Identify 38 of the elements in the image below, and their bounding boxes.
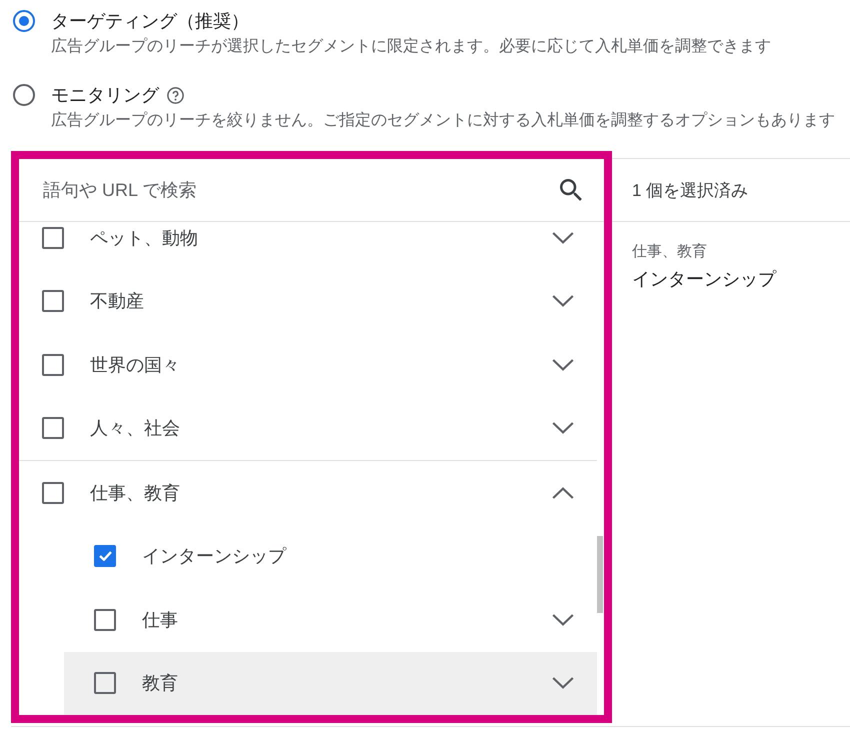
checkbox[interactable] <box>42 354 64 376</box>
checkbox[interactable] <box>42 482 64 504</box>
category-label: 人々、社会 <box>90 417 180 440</box>
category-label: 不動産 <box>90 290 144 314</box>
option-description: 広告グループのリーチが選択したセグメントに限定されます。必要に応じて入札単価を調整できます <box>51 36 771 57</box>
help-icon[interactable] <box>167 86 184 104</box>
checkmark-icon <box>98 551 112 562</box>
highlighted-row[interactable]: 教育 <box>64 652 597 715</box>
chevron-down-icon[interactable] <box>552 614 574 626</box>
radio-button[interactable] <box>13 10 35 32</box>
chevron-down-icon[interactable] <box>552 232 574 244</box>
chevron-down-icon[interactable] <box>552 422 574 434</box>
category-label: 仕事、教育 <box>90 482 180 505</box>
chevron-down-icon[interactable] <box>552 677 574 690</box>
category-label: インターンシップ <box>142 545 286 568</box>
radio-button[interactable] <box>13 84 35 106</box>
search-field[interactable]: 語句や URL で検索 <box>43 175 550 205</box>
checkbox[interactable] <box>42 417 64 440</box>
scrollbar-thumb[interactable] <box>597 536 603 613</box>
checkbox[interactable] <box>42 226 64 249</box>
chevron-up-icon[interactable] <box>552 486 574 499</box>
option-label: モニタリング <box>51 84 159 107</box>
selected-item-category: 仕事、教育 <box>632 242 707 262</box>
category-label: 世界の国々 <box>90 354 180 377</box>
checkbox[interactable] <box>94 608 116 631</box>
option-label: ターゲティング（推奨） <box>51 10 249 33</box>
category-label: 仕事 <box>142 608 178 632</box>
checkbox[interactable] <box>94 672 116 694</box>
selected-item-label: インターンシップ <box>632 268 776 291</box>
selected-count: 1 個を選択済み <box>632 180 748 202</box>
option-description: 広告グループのリーチを絞りません。ご指定のセグメントに対する入札単価を調整するオプションもあります <box>51 110 835 131</box>
checkbox[interactable] <box>42 290 64 312</box>
chevron-down-icon[interactable] <box>552 358 574 371</box>
search-icon[interactable] <box>560 179 582 201</box>
category-label: ペット、動物 <box>90 226 198 250</box>
checkbox[interactable] <box>94 545 116 568</box>
chevron-down-icon[interactable] <box>552 295 574 308</box>
category-label: 教育 <box>142 672 178 696</box>
